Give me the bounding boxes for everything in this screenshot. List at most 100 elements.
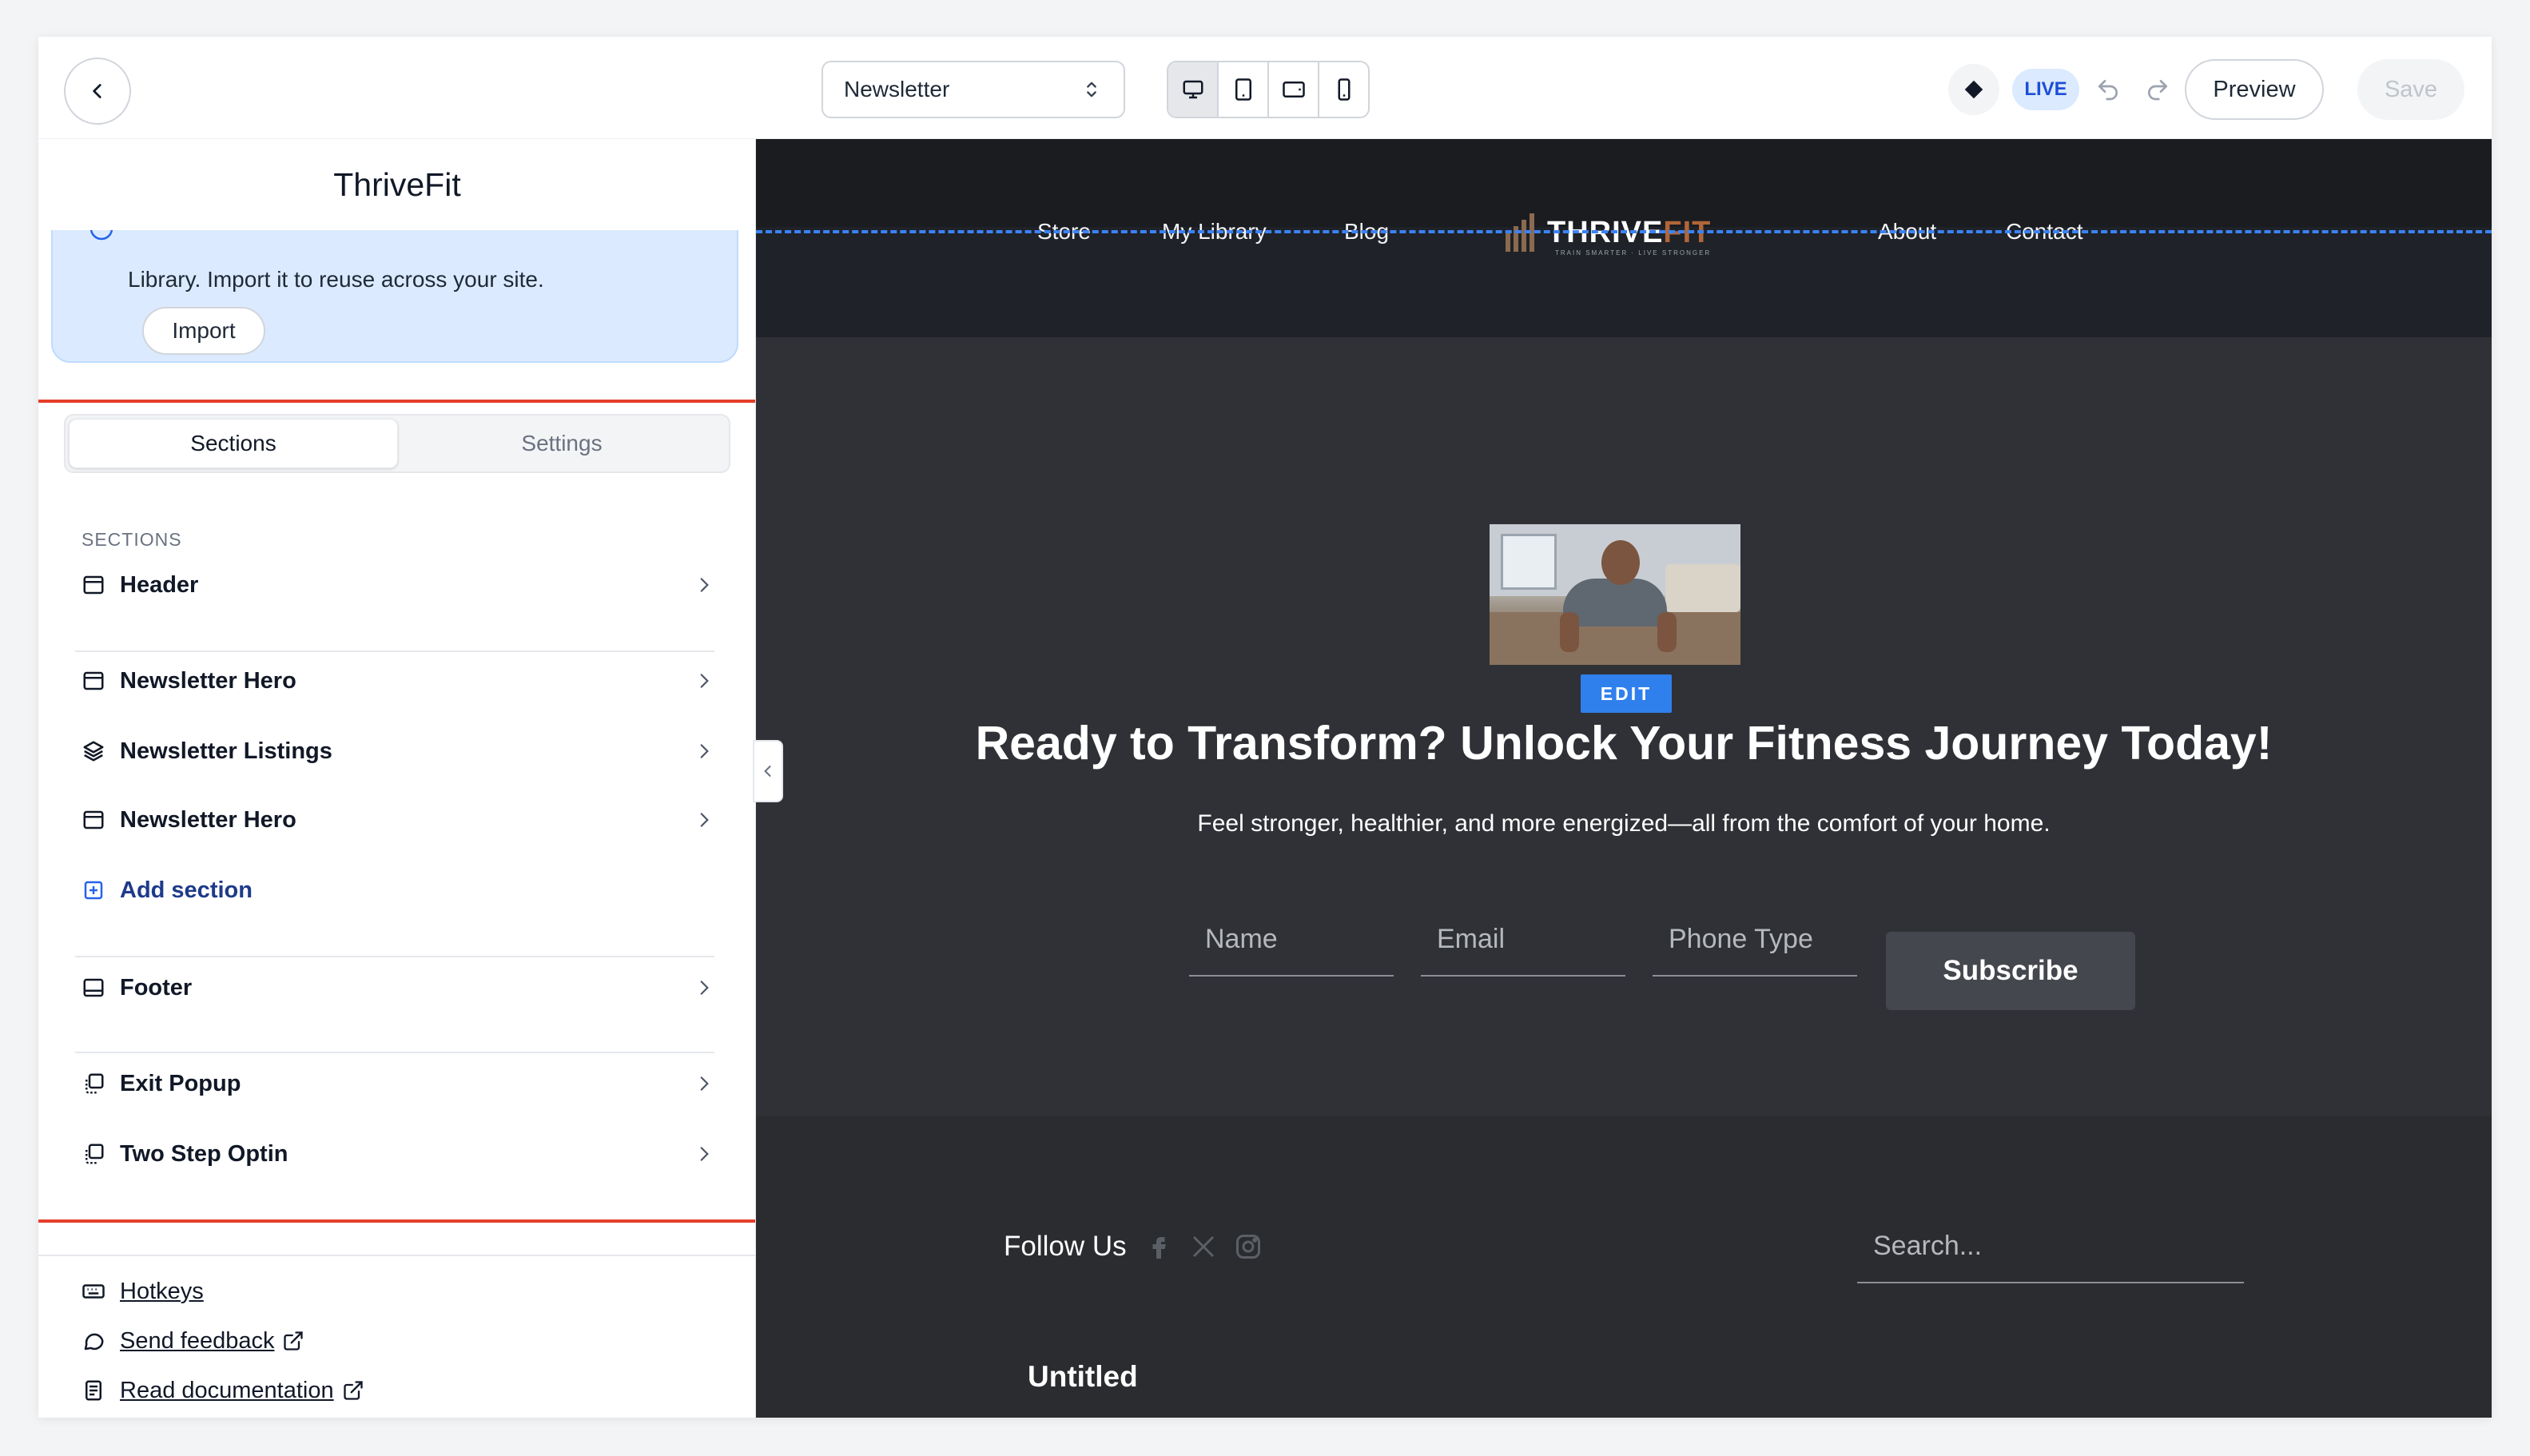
edit-image-button[interactable]: EDIT [1581, 674, 1672, 713]
social-links [1144, 1232, 1263, 1261]
tablet-portrait-icon [1235, 78, 1251, 101]
external-link-icon [282, 1330, 304, 1352]
tablet-landscape-icon [1282, 82, 1305, 97]
import-button[interactable]: Import [142, 307, 265, 355]
section-item-footer[interactable]: Footer [82, 964, 714, 1012]
popup-icon [82, 1142, 105, 1166]
plus-square-icon [82, 878, 105, 902]
redo-icon [2148, 80, 2167, 101]
section-item-newsletter-hero-2[interactable]: Newsletter Hero [82, 796, 714, 844]
hero-subheading[interactable]: Feel stronger, healthier, and more energ… [756, 810, 2492, 837]
external-link-icon [342, 1379, 364, 1402]
undo-icon [2098, 80, 2118, 101]
chevron-up-down-icon [1087, 82, 1096, 97]
add-section-label: Add section [120, 877, 253, 903]
preview-button[interactable]: Preview [2185, 59, 2324, 120]
phone-type-field[interactable]: Phone Type [1653, 903, 1857, 977]
footer-untitled-heading[interactable]: Untitled [1028, 1360, 1138, 1394]
section-item-label: Exit Popup [120, 1070, 241, 1096]
chevron-right-icon [694, 1144, 714, 1164]
device-mobile-button[interactable] [1319, 62, 1368, 117]
hero-heading[interactable]: Ready to Transform? Unlock Your Fitness … [756, 716, 2492, 770]
footer-search-input[interactable]: Search... [1857, 1210, 2244, 1283]
import-notice-text: Library. Import it to reuse across your … [128, 267, 544, 292]
site-header[interactable]: Store My Library Blog THRIVEFIT TRAIN SM… [756, 139, 2492, 337]
panel-footer-divider [38, 1255, 755, 1256]
popup-icon [82, 1072, 105, 1096]
save-button[interactable]: Save [2357, 59, 2464, 120]
device-tablet-portrait-button[interactable] [1219, 62, 1269, 117]
subscribe-button[interactable]: Subscribe [1886, 932, 2135, 1010]
send-feedback-link[interactable]: Send feedback [82, 1323, 304, 1359]
chevron-right-icon [694, 741, 714, 762]
read-documentation-link[interactable]: Read documentation [82, 1373, 364, 1408]
page-canvas[interactable]: Store My Library Blog THRIVEFIT TRAIN SM… [756, 139, 2492, 1418]
section-item-newsletter-hero[interactable]: Newsletter Hero [82, 657, 714, 705]
chevron-right-icon [694, 670, 714, 691]
section-item-exit-popup[interactable]: Exit Popup [82, 1060, 714, 1108]
add-section-button[interactable]: Add section [82, 866, 714, 914]
app-window: Newsletter LIVE Preview Save Library. Im… [38, 37, 2492, 1418]
tab-sections[interactable]: Sections [69, 419, 398, 468]
section-divider [75, 1052, 714, 1053]
desktop-icon [1183, 80, 1203, 99]
left-sidebar: Library. Import it to reuse across your … [38, 139, 756, 1418]
section-divider [75, 956, 714, 957]
info-icon [90, 230, 113, 241]
tab-settings[interactable]: Settings [398, 419, 726, 468]
read-documentation-label: Read documentation [120, 1377, 334, 1403]
section-icon [82, 669, 105, 693]
logo-tagline: TRAIN SMARTER · LIVE STRONGER [1555, 249, 1712, 257]
panel-tabs: Sections Settings [64, 414, 730, 473]
chevron-left-icon [93, 84, 101, 98]
section-item-two-step-optin[interactable]: Two Step Optin [82, 1130, 714, 1178]
page-selector[interactable]: Newsletter [821, 61, 1125, 118]
header-section-icon [82, 573, 105, 597]
send-feedback-label: Send feedback [120, 1327, 275, 1354]
sections-heading: SECTIONS [82, 529, 182, 550]
section-item-label: Newsletter Listings [120, 738, 332, 764]
device-switcher [1167, 61, 1370, 118]
section-item-newsletter-listings[interactable]: Newsletter Listings [82, 727, 714, 775]
keyboard-icon [82, 1279, 105, 1303]
section-item-label: Header [120, 571, 199, 598]
hero-image[interactable] [1490, 524, 1740, 665]
site-title: ThriveFit [38, 139, 755, 230]
section-item-header[interactable]: Header [82, 561, 714, 609]
section-divider [75, 650, 714, 652]
name-field[interactable]: Name [1189, 903, 1394, 977]
chevron-right-icon [694, 977, 714, 998]
follow-us-label: Follow Us [1004, 1231, 1127, 1262]
chevron-left-icon [764, 766, 771, 777]
section-item-label: Newsletter Hero [120, 667, 296, 694]
redo-button[interactable] [2140, 72, 2175, 107]
chevron-right-icon [694, 575, 714, 595]
section-item-label: Newsletter Hero [120, 806, 296, 833]
undo-button[interactable] [2090, 72, 2126, 107]
document-icon [82, 1378, 105, 1402]
hotkeys-link[interactable]: Hotkeys [82, 1274, 204, 1309]
chat-bubble-icon [82, 1329, 105, 1353]
instagram-icon[interactable] [1234, 1232, 1263, 1261]
live-status-badge: LIVE [2012, 69, 2079, 110]
diamond-icon [1964, 80, 1983, 99]
facebook-icon[interactable] [1144, 1232, 1173, 1261]
hotkeys-label: Hotkeys [120, 1278, 204, 1304]
chevron-right-icon [694, 1073, 714, 1094]
device-desktop-button[interactable] [1168, 62, 1219, 117]
footer-section-icon [82, 976, 105, 1000]
section-boundary-top [756, 230, 2492, 233]
mobile-icon [1338, 78, 1350, 101]
collapse-panel-button[interactable] [753, 740, 783, 802]
section-item-label: Footer [120, 974, 193, 1001]
ai-assistant-button[interactable] [1948, 64, 1999, 115]
top-toolbar: Newsletter LIVE Preview Save [38, 37, 2492, 139]
back-button[interactable] [64, 58, 131, 125]
section-icon [82, 808, 105, 832]
follow-us: Follow Us [1004, 1231, 1263, 1263]
email-field[interactable]: Email [1421, 903, 1625, 977]
section-item-label: Two Step Optin [120, 1140, 288, 1167]
chevron-right-icon [694, 810, 714, 830]
x-icon[interactable] [1189, 1232, 1218, 1261]
device-tablet-landscape-button[interactable] [1269, 62, 1319, 117]
